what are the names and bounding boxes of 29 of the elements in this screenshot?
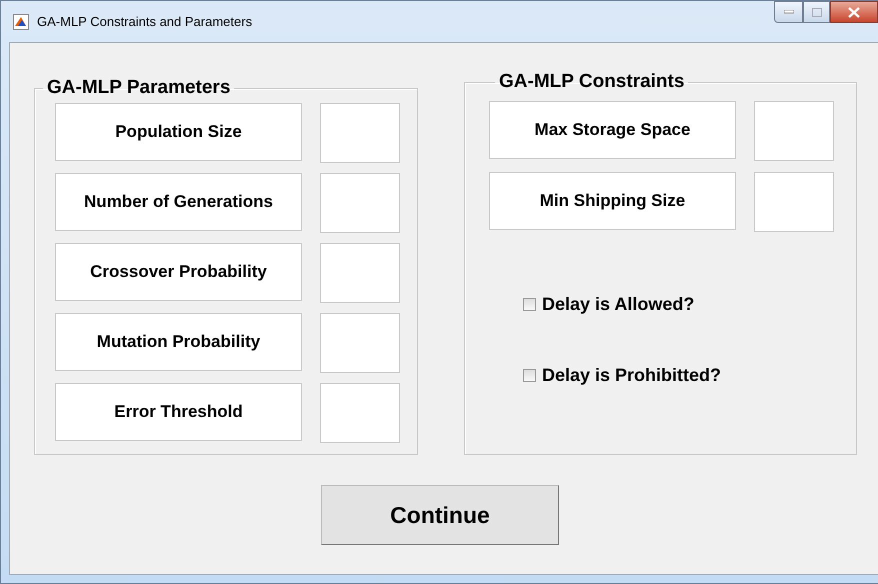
input-field[interactable] xyxy=(754,172,834,232)
input-field[interactable] xyxy=(754,101,834,161)
field-label: Min Shipping Size xyxy=(489,172,736,230)
close-button[interactable] xyxy=(830,1,878,23)
field-label: Population Size xyxy=(55,103,302,161)
maximize-icon xyxy=(812,8,822,16)
window-title: GA-MLP Constraints and Parameters xyxy=(37,14,252,29)
field-label: Max Storage Space xyxy=(489,101,736,159)
input-field[interactable] xyxy=(320,383,400,443)
input-field[interactable] xyxy=(320,173,400,233)
minimize-button[interactable] xyxy=(774,1,803,23)
checkbox[interactable] xyxy=(523,298,536,311)
app-icon xyxy=(13,14,29,30)
field-label: Mutation Probability xyxy=(55,313,302,371)
checkbox-label: Delay is Prohibitted? xyxy=(542,365,722,386)
input-field[interactable] xyxy=(320,243,400,303)
panel-title: GA-MLP Constraints xyxy=(498,71,686,93)
maximize-button[interactable] xyxy=(803,1,830,23)
field-label: Crossover Probability xyxy=(55,243,302,301)
checkbox-label: Delay is Allowed? xyxy=(542,294,694,315)
minimize-icon xyxy=(784,10,794,14)
field-label: Number of Generations xyxy=(55,173,302,231)
input-field[interactable] xyxy=(320,103,400,163)
checkbox[interactable] xyxy=(523,369,536,382)
field-label: Error Threshold xyxy=(55,383,302,441)
continue-button[interactable]: Continue xyxy=(321,485,559,545)
panel-title: GA-MLP Parameters xyxy=(46,77,232,99)
close-icon xyxy=(848,6,860,18)
input-field[interactable] xyxy=(320,313,400,373)
